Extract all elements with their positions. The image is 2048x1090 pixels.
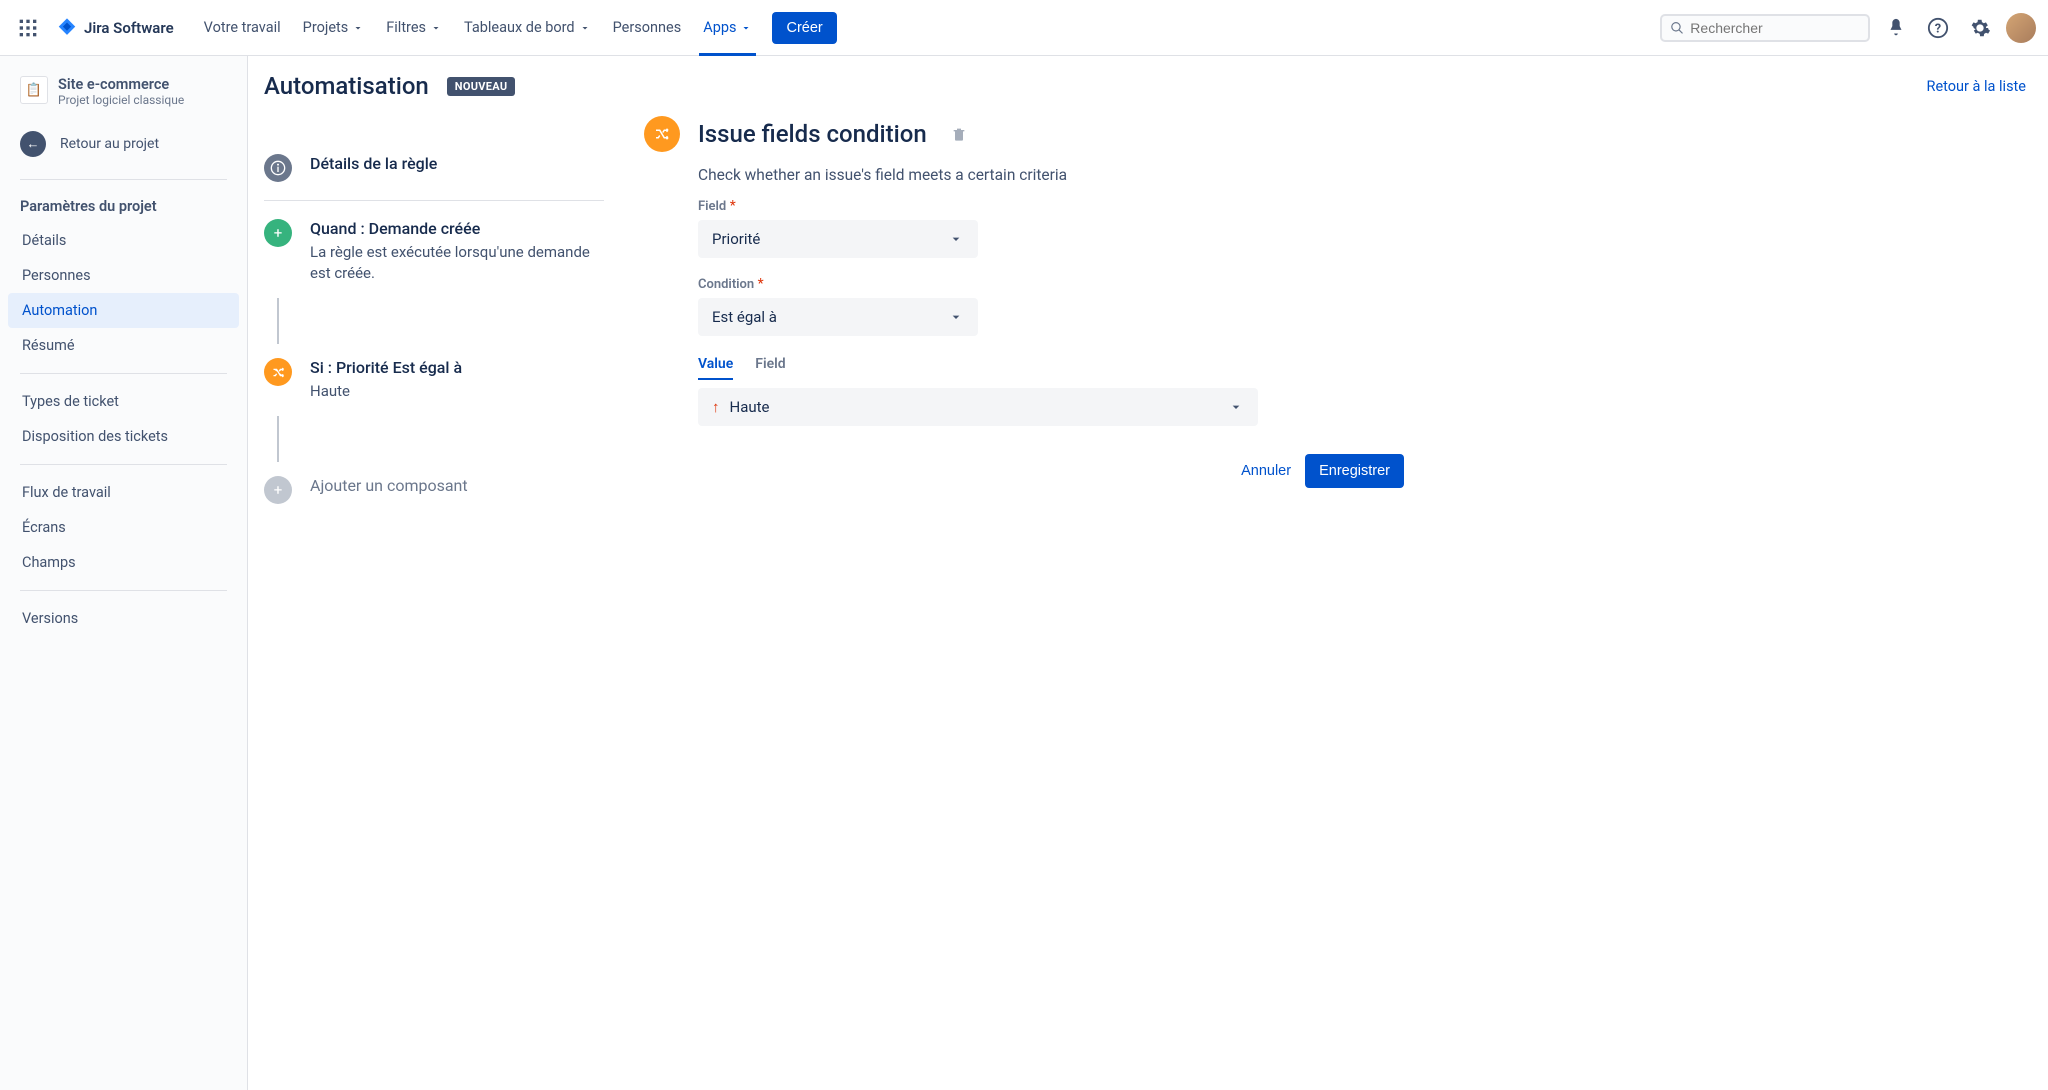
add-component-label: Ajouter un composant bbox=[310, 476, 468, 504]
delete-icon[interactable] bbox=[951, 126, 967, 142]
chevron-down-icon bbox=[948, 309, 964, 325]
sidebar-item-issue-types[interactable]: Types de ticket bbox=[8, 384, 239, 419]
sidebar-item-people[interactable]: Personnes bbox=[8, 258, 239, 293]
app-switcher-icon[interactable] bbox=[12, 12, 44, 44]
nav-right: ? bbox=[1660, 12, 2036, 44]
return-to-list[interactable]: Retour à la liste bbox=[1927, 78, 2026, 95]
trigger-desc: La règle est exécutée lorsqu'une demande… bbox=[310, 242, 604, 284]
project-header: 📋 Site e-commerce Projet logiciel classi… bbox=[8, 76, 239, 121]
project-icon: 📋 bbox=[20, 76, 48, 104]
value-text: Haute bbox=[730, 398, 770, 416]
nav-projects[interactable]: Projets bbox=[293, 11, 375, 44]
condition-description: Check whether an issue's field meets a c… bbox=[698, 166, 1404, 184]
sidebar: 📋 Site e-commerce Projet logiciel classi… bbox=[0, 56, 248, 1090]
notifications-icon[interactable] bbox=[1880, 12, 1912, 44]
rule-list: Détails de la règle + Quand : Demande cr… bbox=[264, 140, 604, 518]
trigger-title: Quand : Demande créée bbox=[310, 219, 604, 238]
sidebar-item-issue-layout[interactable]: Disposition des tickets bbox=[8, 419, 239, 454]
user-avatar[interactable] bbox=[2006, 13, 2036, 43]
condition-title: Si : Priorité Est égal à bbox=[310, 358, 462, 377]
main-content: Automatisation NOUVEAU Détails de la règ… bbox=[248, 56, 2048, 1090]
page-title: Automatisation bbox=[264, 72, 429, 100]
condition-panel-title: Issue fields condition bbox=[698, 120, 927, 148]
divider bbox=[20, 464, 227, 465]
nav-items: Votre travail Projets Filtres Tableaux d… bbox=[194, 11, 837, 44]
divider bbox=[264, 200, 604, 201]
plus-icon: + bbox=[264, 219, 292, 247]
settings-icon[interactable] bbox=[1964, 12, 1996, 44]
search-box[interactable] bbox=[1660, 14, 1870, 42]
required-mark: * bbox=[754, 276, 764, 292]
form-actions: Annuler Enregistrer bbox=[698, 454, 1404, 488]
tab-value[interactable]: Value bbox=[698, 356, 733, 380]
nav-people[interactable]: Personnes bbox=[603, 11, 692, 44]
rule-details-label: Détails de la règle bbox=[310, 154, 437, 182]
page-header: Automatisation NOUVEAU bbox=[264, 72, 604, 100]
chevron-down-icon bbox=[740, 22, 752, 34]
nav-your-work[interactable]: Votre travail bbox=[194, 11, 291, 44]
tab-field[interactable]: Field bbox=[755, 356, 785, 380]
divider bbox=[20, 373, 227, 374]
divider bbox=[20, 179, 227, 180]
chevron-down-icon bbox=[579, 22, 591, 34]
back-label: Retour au projet bbox=[60, 136, 159, 152]
field-label: Field bbox=[698, 199, 726, 214]
back-to-project[interactable]: ← Retour au projet bbox=[8, 121, 239, 167]
condition-detail-panel: Retour à la liste Issue fields condition… bbox=[644, 72, 1404, 1070]
field-value: Priorité bbox=[712, 230, 760, 248]
rule-details[interactable]: Détails de la règle bbox=[264, 140, 604, 196]
rule-condition[interactable]: Si : Priorité Est égal à Haute bbox=[264, 344, 604, 416]
condition-select[interactable]: Est égal à bbox=[698, 298, 978, 336]
chevron-down-icon bbox=[352, 22, 364, 34]
value-tabs: Value Field bbox=[698, 356, 1404, 380]
priority-high-icon: ↑ bbox=[712, 398, 720, 416]
create-button[interactable]: Créer bbox=[772, 12, 836, 44]
search-input[interactable] bbox=[1690, 20, 1860, 36]
value-select[interactable]: ↑ Haute bbox=[698, 388, 1258, 426]
jira-logo[interactable]: Jira Software bbox=[48, 17, 182, 39]
sidebar-item-summary[interactable]: Résumé bbox=[8, 328, 239, 363]
sidebar-item-details[interactable]: Détails bbox=[8, 223, 239, 258]
shuffle-icon bbox=[264, 358, 292, 386]
section-title: Paramètres du projet bbox=[8, 190, 239, 223]
plus-icon: + bbox=[264, 476, 292, 504]
shuffle-icon bbox=[644, 116, 680, 152]
nav-dashboards[interactable]: Tableaux de bord bbox=[454, 11, 601, 44]
top-navigation: Jira Software Votre travail Projets Filt… bbox=[0, 0, 2048, 56]
connector-line bbox=[277, 416, 279, 462]
field-select[interactable]: Priorité bbox=[698, 220, 978, 258]
rule-builder-column: Automatisation NOUVEAU Détails de la règ… bbox=[264, 72, 604, 1070]
sidebar-item-screens[interactable]: Écrans bbox=[8, 510, 239, 545]
sidebar-item-automation[interactable]: Automation bbox=[8, 293, 239, 328]
help-icon[interactable]: ? bbox=[1922, 12, 1954, 44]
nav-filters[interactable]: Filtres bbox=[376, 11, 452, 44]
condition-form: Field * Priorité Condition * Est égal à … bbox=[698, 198, 1404, 488]
condition-value: Est égal à bbox=[712, 308, 777, 326]
svg-text:?: ? bbox=[1935, 21, 1941, 36]
search-icon bbox=[1670, 20, 1684, 36]
project-type: Projet logiciel classique bbox=[58, 93, 184, 107]
rule-trigger[interactable]: + Quand : Demande créée La règle est exé… bbox=[264, 205, 604, 298]
sidebar-item-versions[interactable]: Versions bbox=[8, 601, 239, 636]
required-mark: * bbox=[726, 198, 736, 214]
chevron-down-icon bbox=[948, 231, 964, 247]
chevron-down-icon bbox=[1228, 399, 1244, 415]
new-badge: NOUVEAU bbox=[447, 77, 516, 96]
nav-apps[interactable]: Apps bbox=[693, 11, 762, 44]
divider bbox=[20, 590, 227, 591]
logo-text: Jira Software bbox=[84, 19, 174, 37]
chevron-down-icon bbox=[430, 22, 442, 34]
condition-value: Haute bbox=[310, 381, 462, 402]
condition-label: Condition bbox=[698, 277, 754, 292]
back-arrow-icon: ← bbox=[20, 131, 46, 157]
cancel-button[interactable]: Annuler bbox=[1241, 463, 1291, 479]
connector-line bbox=[277, 298, 279, 344]
project-name: Site e-commerce bbox=[58, 76, 184, 93]
add-component[interactable]: + Ajouter un composant bbox=[264, 462, 604, 518]
sidebar-item-fields[interactable]: Champs bbox=[8, 545, 239, 580]
condition-header: Issue fields condition bbox=[644, 116, 1404, 152]
sidebar-item-workflow[interactable]: Flux de travail bbox=[8, 475, 239, 510]
info-icon bbox=[264, 154, 292, 182]
save-button[interactable]: Enregistrer bbox=[1305, 454, 1404, 488]
